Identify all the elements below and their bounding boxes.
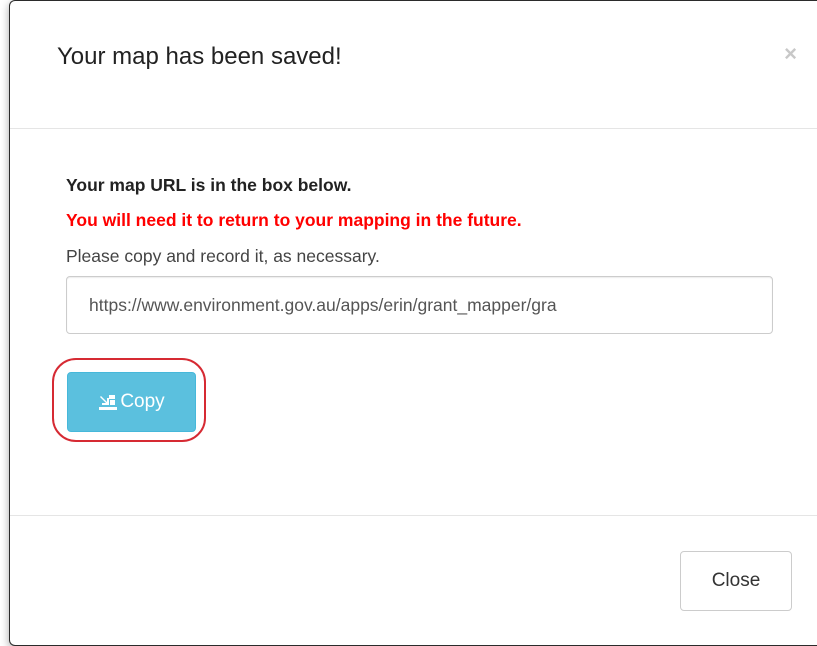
map-url-input[interactable] <box>66 276 773 334</box>
copy-instruction-text: Please copy and record it, as necessary. <box>66 246 380 266</box>
dialog-footer: Close <box>10 515 817 645</box>
dialog-title: Your map has been saved! <box>57 43 342 70</box>
dialog-body: Your map URL is in the box below. You wi… <box>10 130 817 515</box>
warning-text: You will need it to return to your mappi… <box>66 210 522 230</box>
url-instruction-text: Your map URL is in the box below. <box>66 175 352 195</box>
paste-icon <box>99 395 118 410</box>
copy-button[interactable]: Copy <box>67 372 196 432</box>
dialog-header: Your map has been saved! × <box>10 1 817 129</box>
copy-button-label: Copy <box>120 391 165 412</box>
saved-map-dialog: Your map has been saved! × Your map URL … <box>9 0 817 646</box>
close-icon[interactable]: × <box>784 43 797 65</box>
close-button[interactable]: Close <box>680 551 792 611</box>
